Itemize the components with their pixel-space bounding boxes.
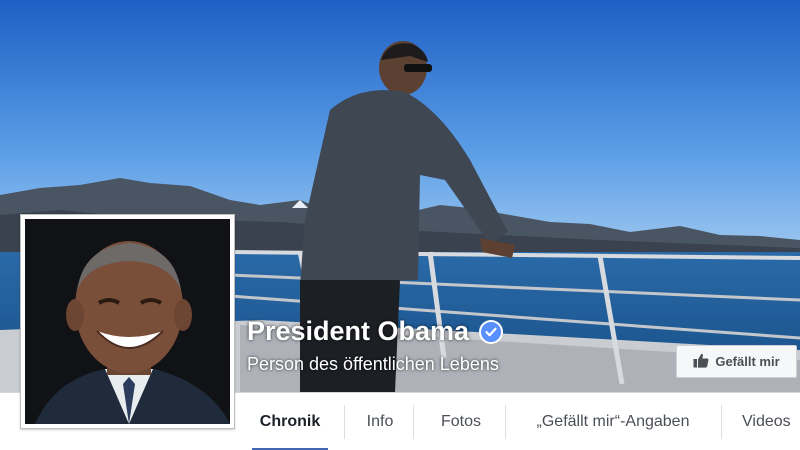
tab-chronik[interactable]: Chronik <box>252 393 328 450</box>
tab-fotos[interactable]: Fotos <box>426 393 496 450</box>
tab-divider <box>505 405 506 439</box>
like-page-button[interactable]: Gefällt mir <box>676 345 797 378</box>
tab-divider <box>413 405 414 439</box>
like-button-label: Gefällt mir <box>715 354 780 369</box>
tab-info[interactable]: Info <box>354 393 406 450</box>
page-category: Person des öffentlichen Lebens <box>247 354 499 374</box>
profile-photo-image <box>25 219 230 424</box>
thumbs-up-icon <box>693 353 709 371</box>
tab-divider <box>721 405 722 439</box>
page-name-text: President Obama <box>247 316 470 346</box>
tab-videos[interactable]: Videos <box>732 393 800 450</box>
verified-badge-icon[interactable] <box>479 319 504 344</box>
tab-divider <box>344 405 345 439</box>
tab-likes[interactable]: „Gefällt mir“-Angaben <box>516 393 710 450</box>
page-title[interactable]: President Obama <box>247 316 504 347</box>
profile-picture[interactable] <box>20 214 235 429</box>
